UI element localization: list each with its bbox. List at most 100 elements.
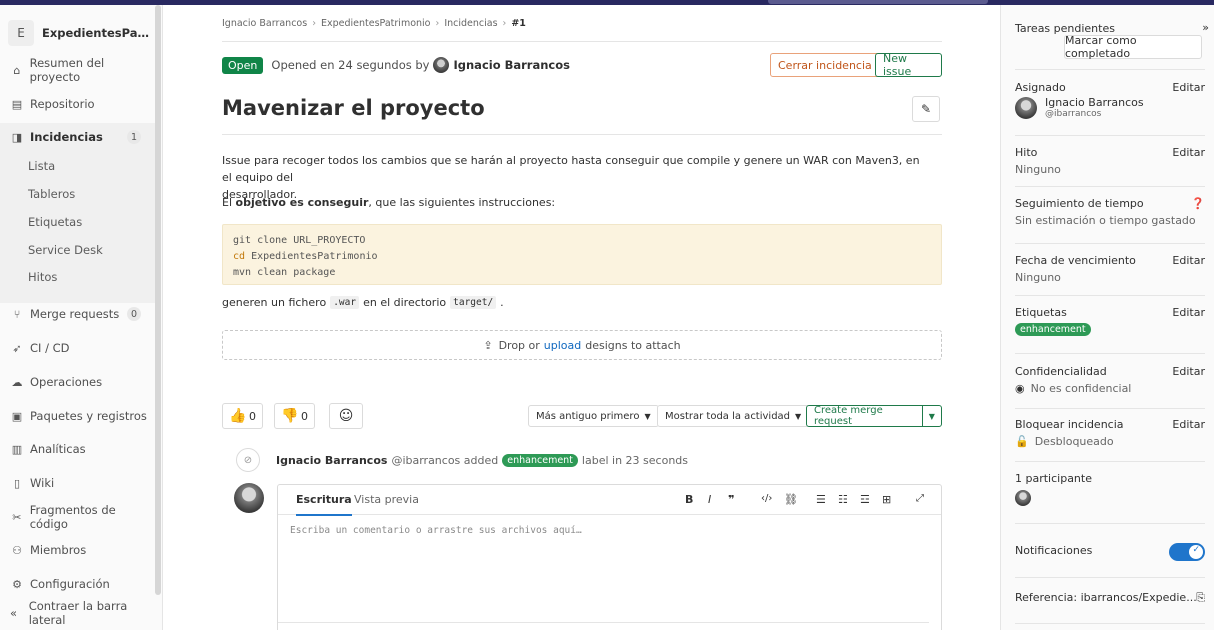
due-date-section: Fecha de vencimiento Editar Ninguno — [1015, 254, 1205, 284]
bold-icon[interactable]: B — [685, 493, 693, 506]
tab-write[interactable]: Escritura — [296, 493, 352, 516]
breadcrumb-issues[interactable]: Incidencias — [444, 18, 497, 29]
notifications-toggle[interactable]: ✓ — [1169, 543, 1205, 561]
assignee[interactable]: Ignacio Barrancos @ibarrancos — [1015, 96, 1205, 119]
code-line: cd ExpedientesPatrimonio — [233, 249, 931, 265]
activity-filter-dropdown[interactable]: Mostrar toda la actividad ▼ — [657, 405, 810, 427]
thumbs-down-count: 0 — [301, 409, 308, 423]
author-name[interactable]: Ignacio Barrancos — [453, 58, 570, 72]
labels-edit-link[interactable]: Editar — [1172, 306, 1205, 319]
collapse-label: Contraer la barra lateral — [28, 599, 128, 627]
quote-icon[interactable]: ❞ — [728, 493, 734, 506]
activity-user[interactable]: Ignacio Barrancos — [276, 454, 387, 467]
sidebar-subitem-labels[interactable]: Etiquetas — [0, 209, 155, 235]
activity-handle[interactable]: @ibarrancos — [391, 454, 460, 467]
sidebar-subitem-list[interactable]: Lista — [0, 153, 155, 179]
sidebar-item-packages[interactable]: ▣ Paquetes y registros — [0, 402, 155, 430]
task-list-icon[interactable]: ☲ — [860, 493, 870, 506]
snippet-icon: ✂ — [12, 510, 22, 524]
close-issue-button[interactable]: Cerrar incidencia — [770, 53, 880, 77]
sidebar-item-wiki[interactable]: ▯ Wiki — [0, 469, 155, 497]
sidebar-item-ci-cd[interactable]: ➶ CI / CD — [0, 334, 155, 362]
divider — [1015, 186, 1205, 187]
mark-done-button[interactable]: Marcar como completado — [1064, 34, 1202, 60]
upload-link[interactable]: upload — [544, 339, 581, 352]
edit-title-button[interactable]: ✎ — [912, 96, 940, 122]
bullet-list-icon[interactable]: ☰ — [816, 493, 826, 506]
search-bar-edge[interactable] — [768, 0, 988, 4]
add-reaction-button[interactable]: ☺ — [329, 403, 363, 429]
code-line: mvn clean package — [233, 267, 336, 278]
collapse-sidebar-button[interactable]: « Contraer la barra lateral — [0, 599, 155, 627]
sidebar-item-merge-requests[interactable]: ⑂ Merge requests 0 — [0, 300, 155, 328]
table-icon[interactable]: ⊞ — [882, 493, 891, 506]
breadcrumb-user[interactable]: Ignacio Barrancos — [222, 18, 307, 29]
sidebar-item-overview[interactable]: ⌂ Resumen del proyecto — [0, 56, 155, 84]
fullscreen-icon[interactable]: ⤢ — [916, 493, 924, 504]
upload-icon: ⇪ — [483, 338, 493, 352]
sidebar-item-operations[interactable]: ☁ Operaciones — [0, 368, 155, 396]
sidebar-item-analytics[interactable]: ▥ Analíticas — [0, 435, 155, 463]
sidebar-subitem-boards[interactable]: Tableros — [0, 181, 155, 207]
sort-dropdown[interactable]: Más antiguo primero ▼ — [528, 405, 659, 427]
sidebar-item-repository[interactable]: ▤ Repositorio — [0, 90, 155, 118]
breadcrumb-project[interactable]: ExpedientesPatrimonio — [321, 18, 431, 29]
numbered-list-icon[interactable]: ☷ — [838, 493, 848, 506]
pencil-icon: ✎ — [920, 102, 932, 116]
text: generen un fichero — [222, 296, 327, 309]
create-mr-label: Create merge request — [807, 405, 923, 427]
assignee-name: Ignacio Barrancos — [1045, 96, 1144, 109]
help-icon[interactable]: ❓ — [1191, 197, 1205, 210]
sidebar-item-label: Incidencias — [30, 130, 103, 144]
sidebar-item-members[interactable]: ⚇ Miembros — [0, 536, 155, 564]
text: en el directorio — [363, 296, 447, 309]
sidebar-item-label: Operaciones — [30, 375, 103, 389]
sidebar-subitem-milestones[interactable]: Hitos — [0, 264, 155, 290]
copy-icon[interactable]: ⎘ — [1196, 591, 1205, 605]
merge-request-icon: ⑂ — [13, 307, 21, 321]
link-icon[interactable]: ⛓ — [784, 493, 798, 506]
unlock-icon: 🔓 — [1015, 435, 1029, 448]
collapse-sidebar-icon[interactable]: » — [1202, 21, 1209, 34]
thumbs-up-button[interactable]: 👍 0 — [222, 403, 263, 429]
status-badge: Open — [222, 56, 264, 74]
sidebar-item-settings[interactable]: ⚙ Configuración — [0, 570, 155, 598]
sidebar-scrollbar[interactable] — [155, 5, 161, 595]
sidebar-item-snippets[interactable]: ✂ Fragmentos de código — [0, 503, 155, 531]
new-issue-button[interactable]: New issue — [875, 52, 942, 78]
design-dropzone[interactable]: ⇪ Drop or upload designs to attach — [222, 330, 942, 360]
project-name: ExpedientesPatrim... — [42, 26, 152, 40]
sidebar-subitem-service-desk[interactable]: Service Desk — [0, 237, 155, 263]
code-icon[interactable]: ‹/› — [761, 493, 772, 504]
confidentiality-edit-link[interactable]: Editar — [1172, 365, 1205, 378]
sidebar-item-label: Repositorio — [30, 97, 95, 111]
confidentiality-value: ◉ No es confidencial — [1015, 382, 1205, 395]
milestone-section: Hito Editar Ninguno — [1015, 146, 1205, 176]
create-merge-request-button[interactable]: Create merge request ▼ — [806, 405, 942, 427]
smiley-icon: ☺ — [338, 408, 354, 424]
sidebar-item-issues[interactable]: ◨ Incidencias 1 — [0, 123, 155, 151]
project-header[interactable]: E ExpedientesPatrim... — [0, 15, 155, 51]
due-date-edit-link[interactable]: Editar — [1172, 254, 1205, 267]
inline-code: target/ — [450, 296, 497, 309]
right-sidebar: Tareas pendientes » Marcar como completa… — [1000, 5, 1214, 630]
label-badge[interactable]: enhancement — [1015, 323, 1091, 336]
thumbs-down-button[interactable]: 👎 0 — [274, 403, 315, 429]
current-user-avatar[interactable] — [234, 483, 264, 513]
assignee-edit-link[interactable]: Editar — [1172, 81, 1205, 94]
reference-text: Referencia: ibarrancos/Expedie... — [1015, 591, 1197, 604]
tab-preview[interactable]: Vista previa — [354, 493, 419, 506]
confidentiality-text: No es confidencial — [1030, 382, 1132, 395]
author-avatar[interactable] — [433, 57, 450, 73]
italic-icon[interactable]: I — [708, 493, 711, 506]
participant-avatar[interactable] — [1015, 490, 1031, 506]
chevron-down-icon[interactable]: ▼ — [923, 412, 941, 421]
divider — [1015, 577, 1205, 578]
divider — [1015, 353, 1205, 354]
lock-edit-link[interactable]: Editar — [1172, 418, 1205, 431]
sidebar-item-label: Resumen del proyecto — [29, 56, 105, 84]
comment-textarea[interactable]: Escriba un comentario o arrastre sus arc… — [290, 525, 582, 536]
label-badge[interactable]: enhancement — [502, 453, 578, 467]
milestone-edit-link[interactable]: Editar — [1172, 146, 1205, 159]
breadcrumb-issue-id[interactable]: #1 — [511, 18, 526, 29]
